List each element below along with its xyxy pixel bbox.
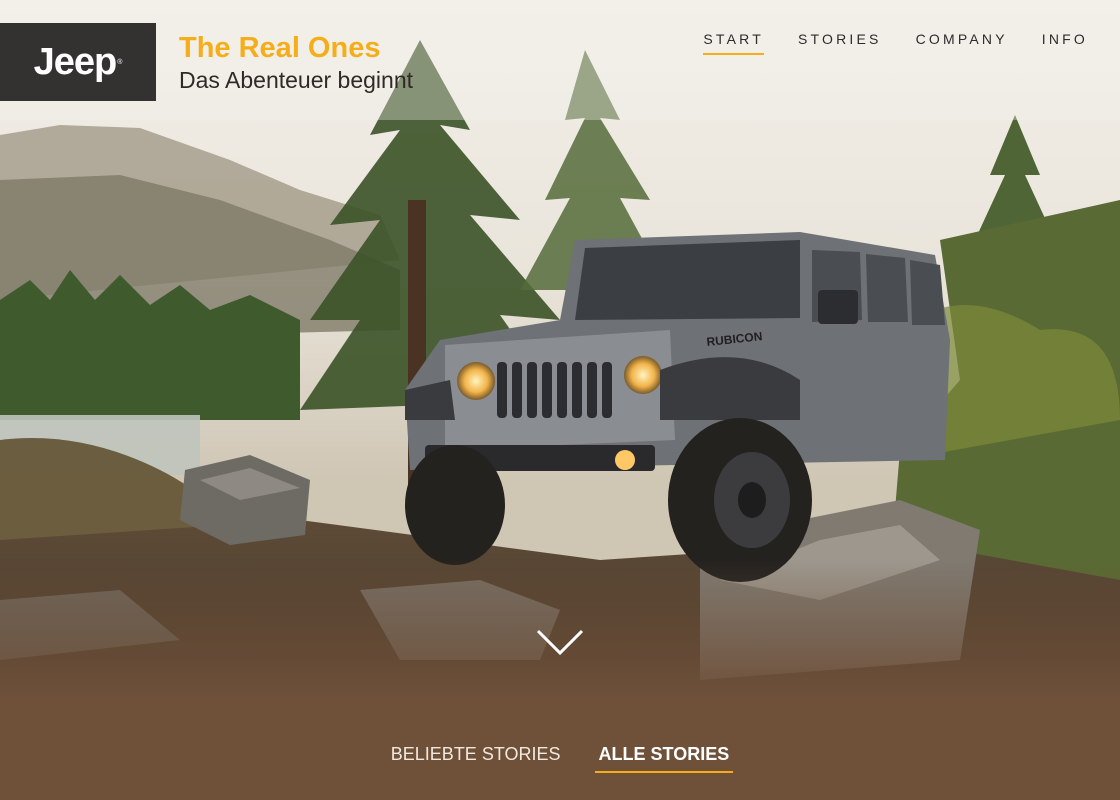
nav-item-info[interactable]: INFO: [1042, 31, 1088, 55]
page-subtitle: Das Abenteuer beginnt: [179, 67, 414, 93]
nav-item-stories[interactable]: STORIES: [798, 31, 882, 55]
tab-beliebte-stories[interactable]: BELIEBTE STORIES: [387, 744, 565, 773]
nav-item-company[interactable]: COMPANY: [916, 31, 1008, 55]
hero-scene: RUBICON: [0, 0, 1120, 800]
tab-alle-stories[interactable]: ALLE STORIES: [594, 744, 734, 773]
hero-image: RUBICON: [0, 0, 1120, 800]
page-title: The Real Ones: [179, 32, 381, 64]
chevron-down-icon[interactable]: [535, 626, 585, 658]
story-tabs: BELIEBTE STORIES ALLE STORIES: [0, 744, 1120, 773]
jeep-logo[interactable]: Jeep ®: [0, 23, 156, 101]
header-titles: The Real Ones Das Abenteuer beginnt: [179, 31, 413, 95]
nav-item-start[interactable]: START: [703, 31, 764, 55]
trademark-symbol: ®: [117, 58, 123, 66]
main-nav: START STORIES COMPANY INFO: [703, 31, 1088, 55]
logo-text: Jeep: [33, 40, 118, 83]
